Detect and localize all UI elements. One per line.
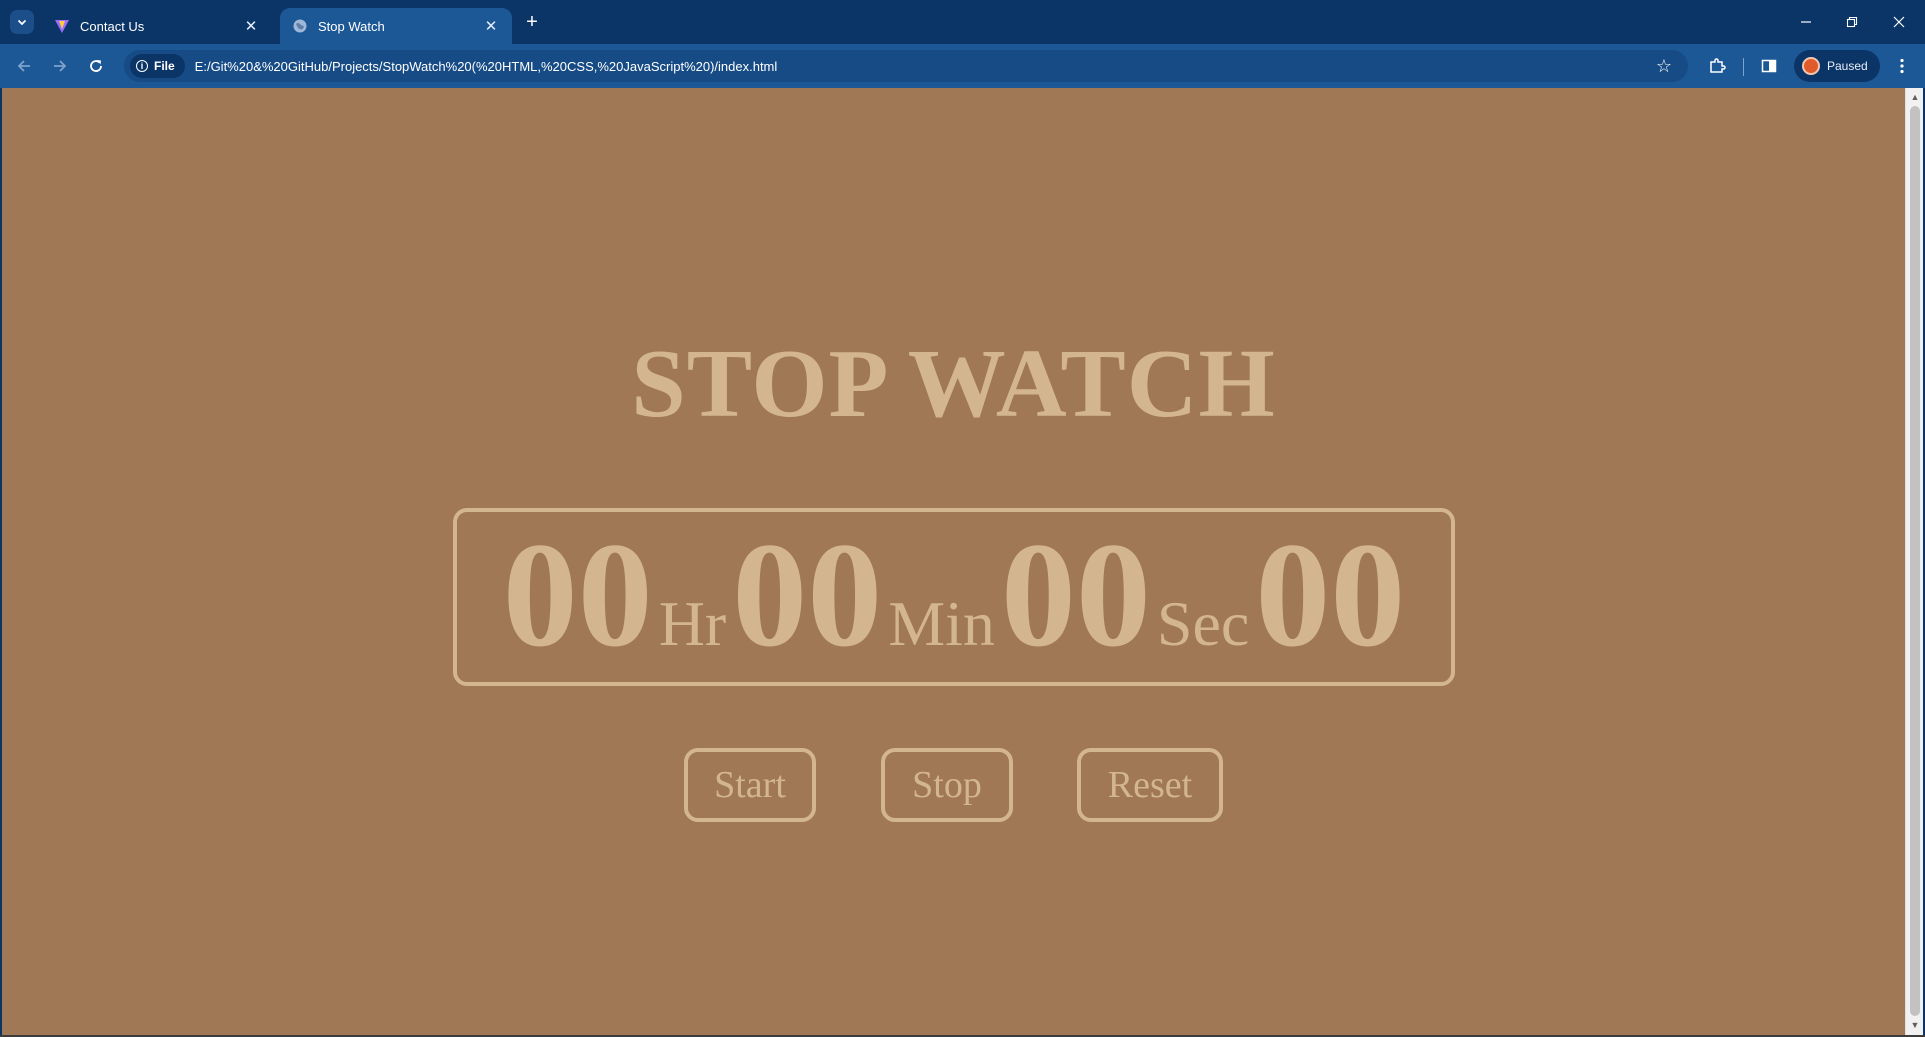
- stop-button[interactable]: Stop: [881, 748, 1013, 822]
- reload-button[interactable]: [82, 52, 110, 80]
- tab-search-button[interactable]: [10, 10, 34, 34]
- close-tab-icon[interactable]: ✕: [482, 17, 500, 35]
- milliseconds-digits: 00: [1255, 512, 1406, 678]
- info-icon: i: [136, 60, 148, 72]
- minutes-unit-label: Min: [888, 588, 995, 659]
- restore-button[interactable]: [1832, 8, 1872, 36]
- stopwatch-display: 00 Hr 00 Min 00 Sec 00: [453, 508, 1455, 686]
- tab-stop-watch[interactable]: Stop Watch ✕: [280, 8, 512, 44]
- profile-button[interactable]: Paused: [1794, 50, 1880, 82]
- close-tab-icon[interactable]: ✕: [242, 17, 260, 35]
- globe-icon: [292, 18, 308, 34]
- vite-logo-icon: [54, 18, 70, 34]
- page-viewport: STOP WATCH 00 Hr 00 Min 00 Sec 00 Start …: [2, 88, 1905, 1035]
- scrollbar-thumb[interactable]: [1910, 106, 1920, 1016]
- forward-button[interactable]: [46, 52, 74, 80]
- address-bar[interactable]: i File E:/Git%20&%20GitHub/Projects/Stop…: [124, 50, 1688, 82]
- scheme-label: File: [154, 59, 175, 73]
- arrow-right-icon: [54, 60, 67, 72]
- scroll-down-arrow-icon[interactable]: ▼: [1910, 1020, 1920, 1030]
- site-info-chip[interactable]: i File: [130, 54, 185, 78]
- minimize-icon: [1801, 21, 1811, 23]
- browser-title-bar: Contact Us ✕ Stop Watch ✕ +: [0, 0, 1925, 44]
- minutes-digits: 00: [732, 512, 883, 678]
- hours-unit-label: Hr: [658, 588, 727, 659]
- tab-title: Stop Watch: [318, 18, 385, 34]
- close-icon: [1893, 16, 1905, 28]
- kebab-menu-icon: [1900, 58, 1904, 74]
- side-panel-button[interactable]: [1755, 52, 1783, 80]
- bookmark-star-icon[interactable]: ☆: [1650, 52, 1678, 80]
- browser-menu-button[interactable]: [1888, 52, 1916, 80]
- close-window-button[interactable]: [1879, 8, 1919, 36]
- start-button[interactable]: Start: [684, 748, 816, 822]
- hours-digits: 00: [502, 512, 653, 678]
- reset-button[interactable]: Reset: [1077, 748, 1223, 822]
- tab-title: Contact Us: [80, 18, 145, 34]
- url-text[interactable]: E:/Git%20&%20GitHub/Projects/StopWatch%2…: [195, 59, 1650, 74]
- chevron-down-icon: [17, 19, 27, 26]
- toolbar-divider: [1743, 58, 1744, 76]
- back-button[interactable]: [10, 52, 38, 80]
- restore-icon: [1846, 16, 1858, 28]
- avatar: [1802, 57, 1820, 75]
- browser-toolbar: i File E:/Git%20&%20GitHub/Projects/Stop…: [0, 44, 1925, 88]
- seconds-unit-label: Sec: [1156, 588, 1250, 659]
- new-tab-button[interactable]: +: [520, 10, 544, 34]
- puzzle-icon: [1710, 58, 1726, 73]
- minimize-button[interactable]: [1786, 8, 1826, 36]
- plus-icon: +: [526, 10, 538, 33]
- extensions-button[interactable]: [1703, 52, 1731, 80]
- side-panel-icon: [1761, 59, 1777, 73]
- vertical-scrollbar[interactable]: ▲ ▼: [1905, 88, 1923, 1035]
- arrow-left-icon: [17, 60, 30, 72]
- page-title: STOP WATCH: [631, 330, 1276, 438]
- seconds-digits: 00: [1000, 512, 1151, 678]
- tab-contact-us[interactable]: Contact Us ✕: [42, 8, 272, 44]
- scroll-up-arrow-icon[interactable]: ▲: [1910, 92, 1920, 102]
- reload-icon: [90, 60, 102, 72]
- profile-status-label: Paused: [1827, 59, 1868, 73]
